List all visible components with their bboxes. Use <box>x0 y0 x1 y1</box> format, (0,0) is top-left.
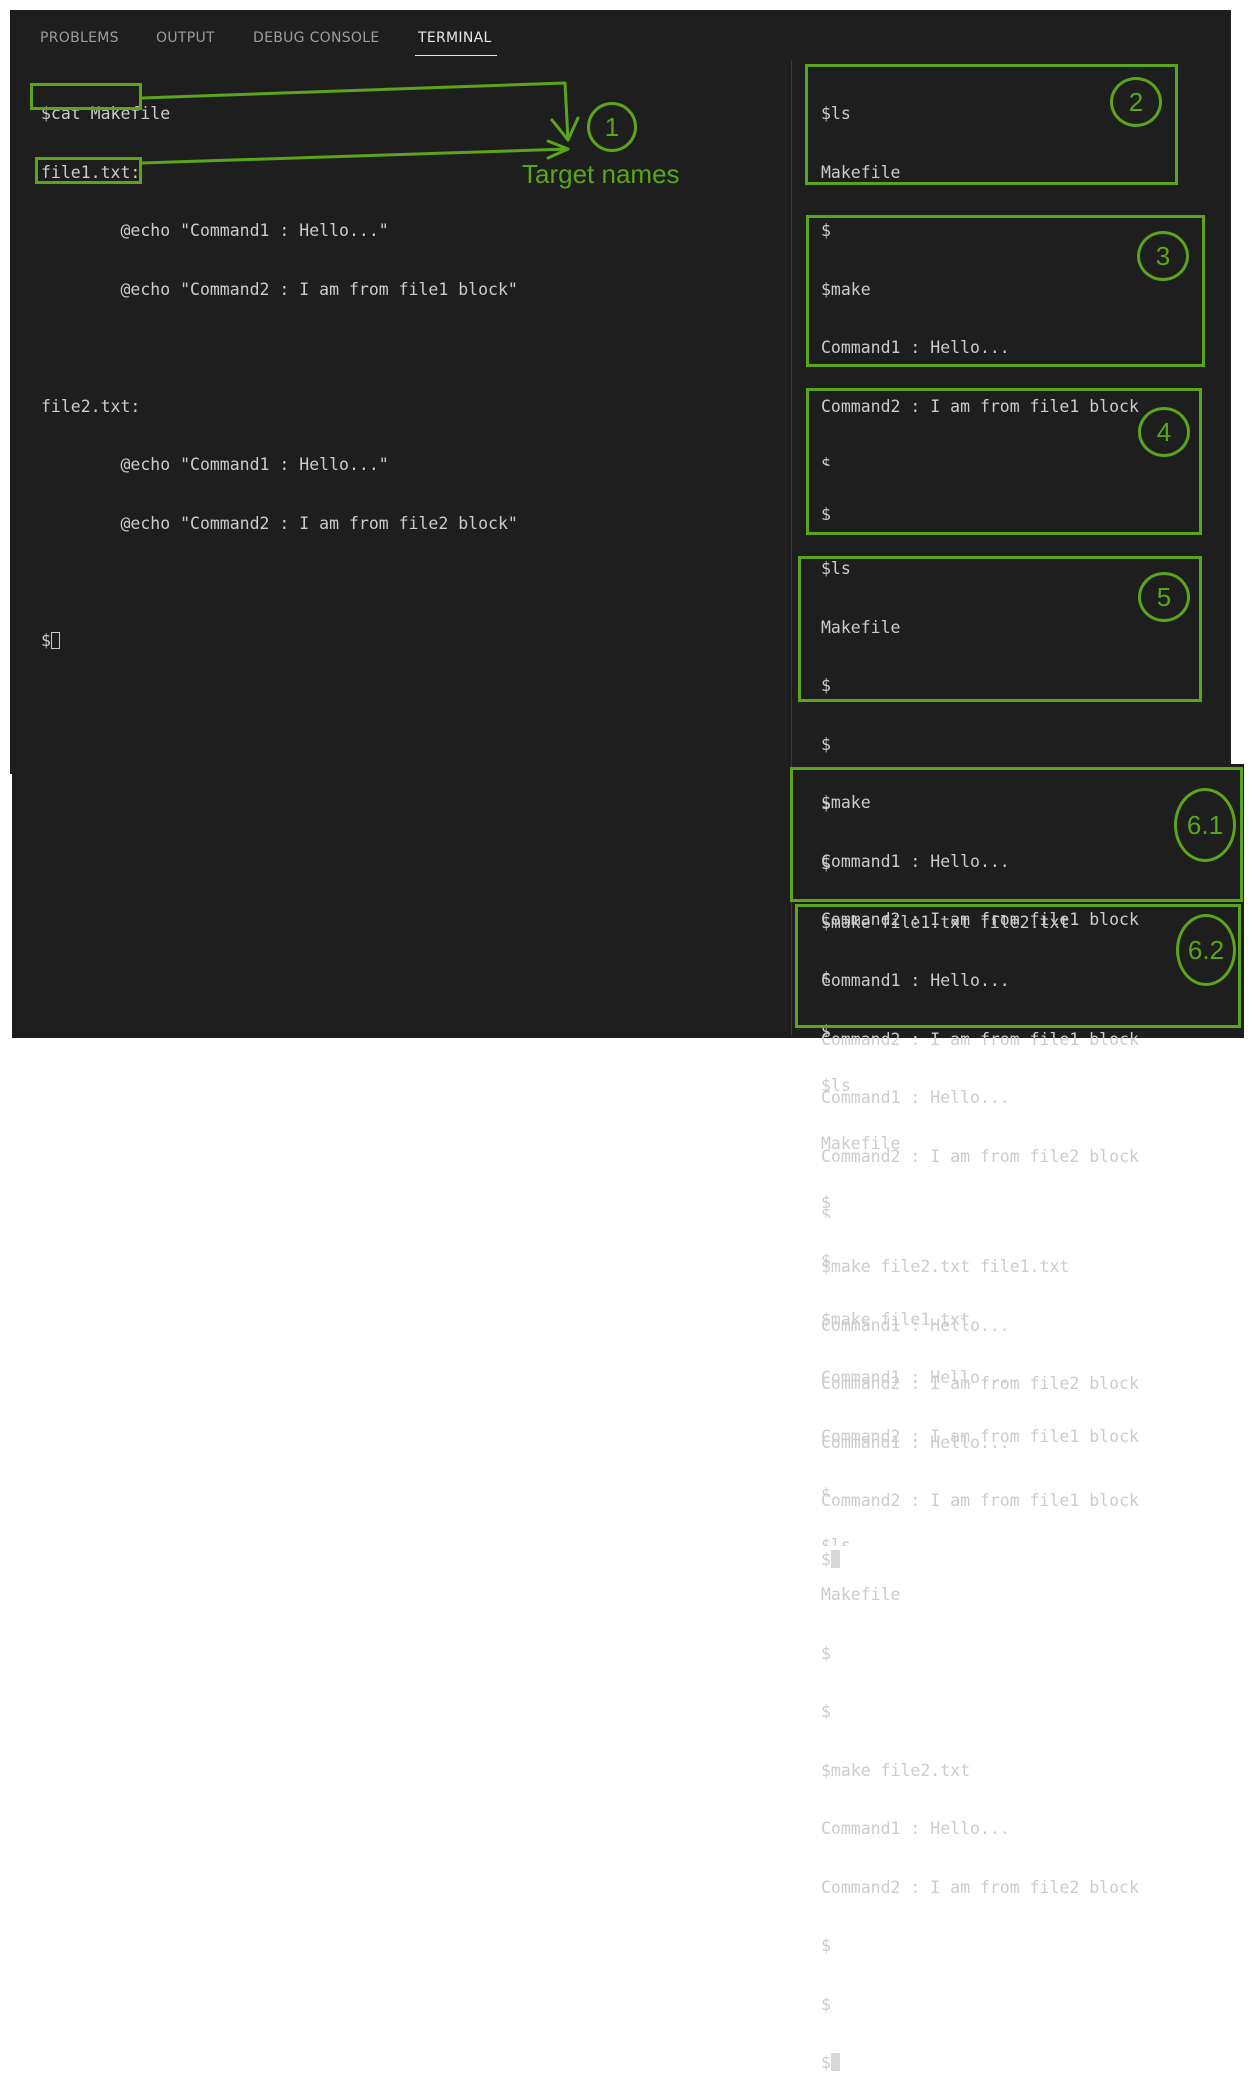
terminal-line: $ <box>821 1994 831 2014</box>
terminal-line: Command2 : I am from file2 block <box>821 1877 1139 1897</box>
step-box-6-2 <box>795 904 1241 1028</box>
terminal-line: $ <box>821 1205 831 1218</box>
target-names-label: Target names <box>522 159 680 189</box>
terminal-line: Command2 : I am from file1 block <box>821 1491 1139 1510</box>
marker-2: 2 <box>1110 77 1162 127</box>
terminal-line: Command1 : Hello... <box>821 1819 1010 1838</box>
marker-1: 1 <box>587 102 637 152</box>
arrow-file1 <box>140 81 570 142</box>
terminal-line: $ <box>821 1702 831 1721</box>
terminal-line: Command1 : Hello... <box>821 1088 1010 1107</box>
terminal-line: Command1 : Hello... <box>821 1432 1010 1452</box>
arrow-file1-head <box>550 116 580 142</box>
marker-4: 4 <box>1138 407 1190 457</box>
terminal-cursor <box>830 2053 840 2071</box>
marker-3: 3 <box>1137 231 1189 281</box>
marker-6-2: 6.2 <box>1176 914 1236 986</box>
marker-6-1: 6.1 <box>1174 788 1236 862</box>
terminal-line: Command1 : Hello... <box>821 1315 1010 1335</box>
terminal-line: $make file2.txt file1.txt <box>821 1257 1070 1276</box>
terminal-line: $ <box>821 1936 831 1955</box>
marker-5: 5 <box>1138 572 1190 622</box>
prompt: $ <box>821 1549 831 1569</box>
prompt: $ <box>821 2053 831 2072</box>
prompt-line: $ <box>821 1549 1139 1570</box>
terminal-line: $ <box>821 1643 831 1663</box>
terminal-line: Command2 : I am from file2 block <box>821 1374 1139 1393</box>
terminal-cursor <box>830 1549 840 1568</box>
terminal-line: $make file2.txt <box>821 1760 971 1780</box>
terminal-line: Command2 : I am from file2 block <box>821 1146 1139 1166</box>
step-box-5 <box>798 556 1202 702</box>
step-box-4 <box>806 388 1202 535</box>
prompt-line: $ <box>821 2053 1139 2073</box>
arrow-file2 <box>140 147 570 165</box>
